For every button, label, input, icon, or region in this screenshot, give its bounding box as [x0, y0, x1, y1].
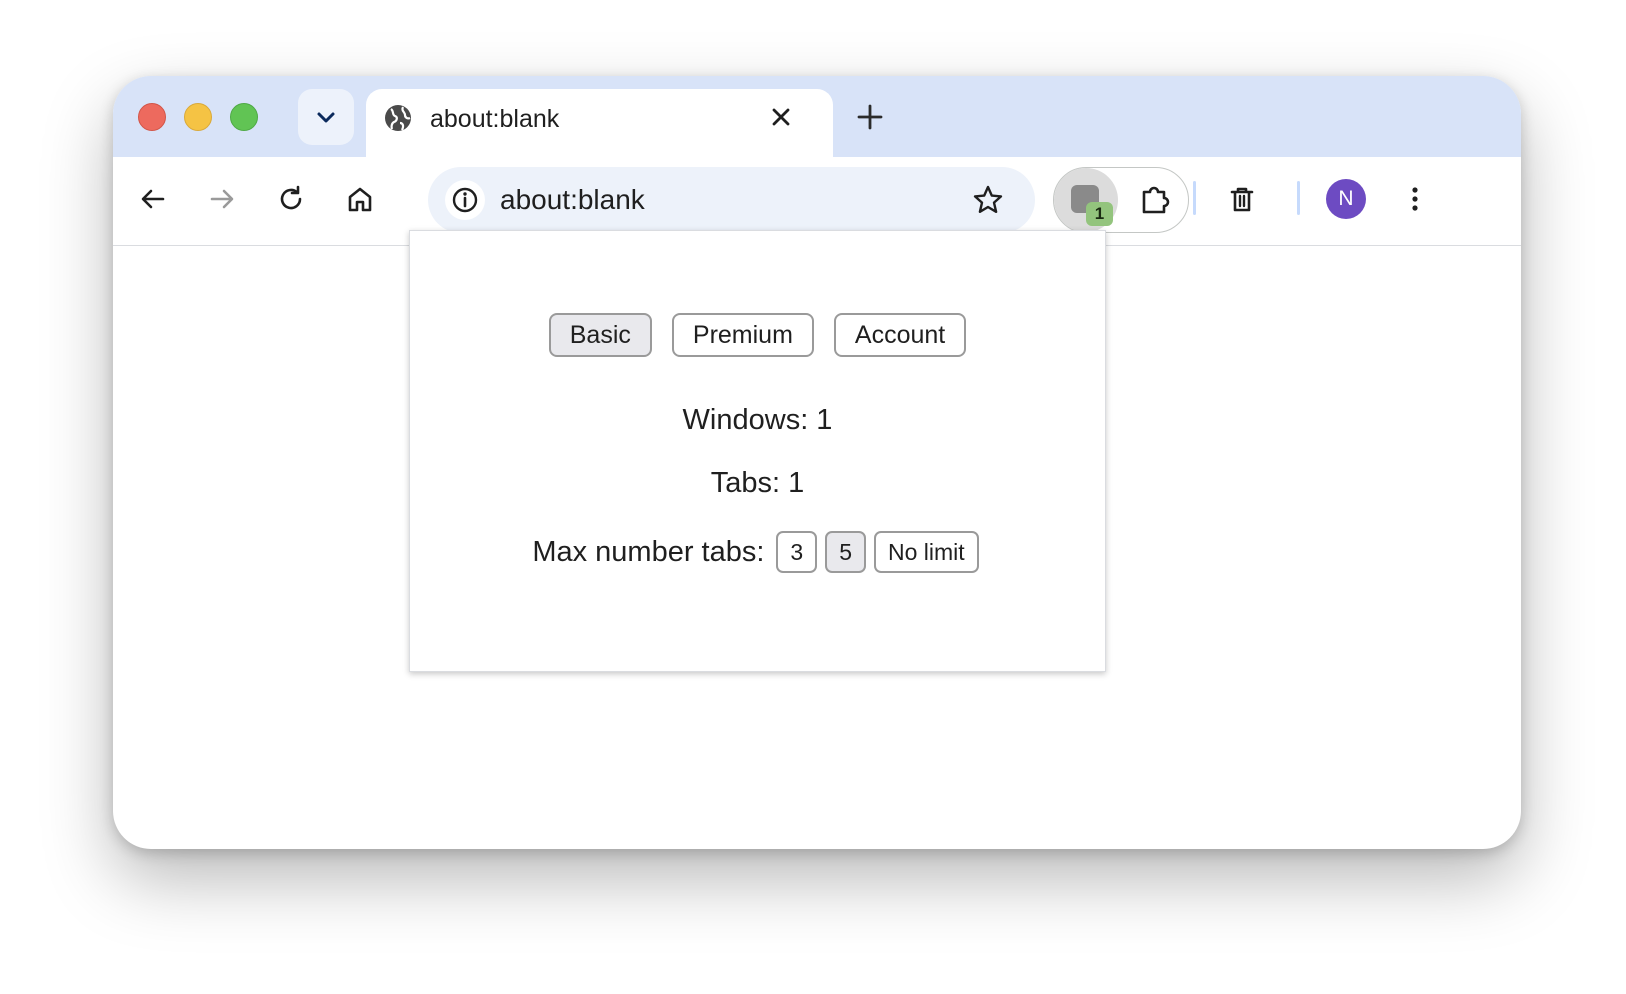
profile-avatar[interactable]: N — [1326, 179, 1366, 219]
extension-popup: Basic Premium Account Windows: 1 Tabs: 1… — [409, 230, 1106, 672]
globe-icon — [385, 105, 411, 131]
account-button[interactable]: Account — [833, 313, 967, 357]
maximize-window-button[interactable] — [230, 103, 258, 131]
close-window-button[interactable] — [138, 103, 166, 131]
extension-button[interactable]: 1 — [1054, 168, 1118, 232]
max-tabs-label: Max number tabs: — [532, 535, 765, 568]
extensions-group: 1 — [1053, 167, 1189, 233]
toolbar-divider — [1193, 181, 1196, 215]
minimize-window-button[interactable] — [184, 103, 212, 131]
extension-badge: 1 — [1086, 202, 1113, 226]
browser-window: about:blank about:blank 1 N Basic Premiu… — [113, 76, 1521, 849]
reload-icon — [280, 185, 302, 210]
home-button[interactable] — [340, 179, 380, 219]
new-tab-plus-icon[interactable] — [852, 99, 888, 135]
max-tabs-5-button[interactable]: 5 — [825, 531, 867, 573]
delete-button[interactable] — [1222, 179, 1262, 219]
title-bar: about:blank — [113, 76, 1521, 157]
max-tabs-3-button[interactable]: 3 — [776, 531, 818, 573]
home-icon — [348, 187, 372, 212]
arrow-left-icon — [141, 189, 165, 209]
max-tabs-no-limit-button[interactable]: No limit — [874, 531, 979, 573]
menu-button[interactable] — [1395, 179, 1435, 219]
close-icon[interactable] — [766, 102, 796, 132]
url-text[interactable]: about:blank — [500, 184, 645, 216]
basic-button[interactable]: Basic — [548, 313, 652, 357]
windows-count: Windows: 1 — [682, 404, 833, 436]
max-tabs-row: Max number tabs: 3 5 No limit — [410, 531, 1105, 573]
arrow-right-icon — [210, 189, 234, 209]
site-info-button[interactable] — [445, 180, 485, 220]
trash-icon — [1230, 187, 1254, 212]
popup-tab-buttons: Basic Premium Account — [410, 313, 1105, 357]
reload-button[interactable] — [271, 179, 311, 219]
bookmark-star-icon[interactable] — [970, 182, 1006, 218]
forward-button[interactable] — [202, 179, 242, 219]
tab-active[interactable]: about:blank — [366, 89, 833, 157]
toolbar-divider — [1297, 181, 1300, 215]
tabs-count: Tabs: 1 — [710, 467, 805, 499]
premium-button[interactable]: Premium — [671, 313, 814, 357]
kebab-menu-icon — [1412, 187, 1418, 211]
chevron-down-icon — [317, 112, 335, 123]
tab-title: about:blank — [430, 105, 560, 133]
puzzle-icon[interactable] — [1137, 182, 1173, 218]
address-bar[interactable]: about:blank — [428, 167, 1035, 233]
tab-search-button[interactable] — [298, 89, 354, 145]
back-button[interactable] — [133, 179, 173, 219]
info-icon — [452, 187, 478, 213]
